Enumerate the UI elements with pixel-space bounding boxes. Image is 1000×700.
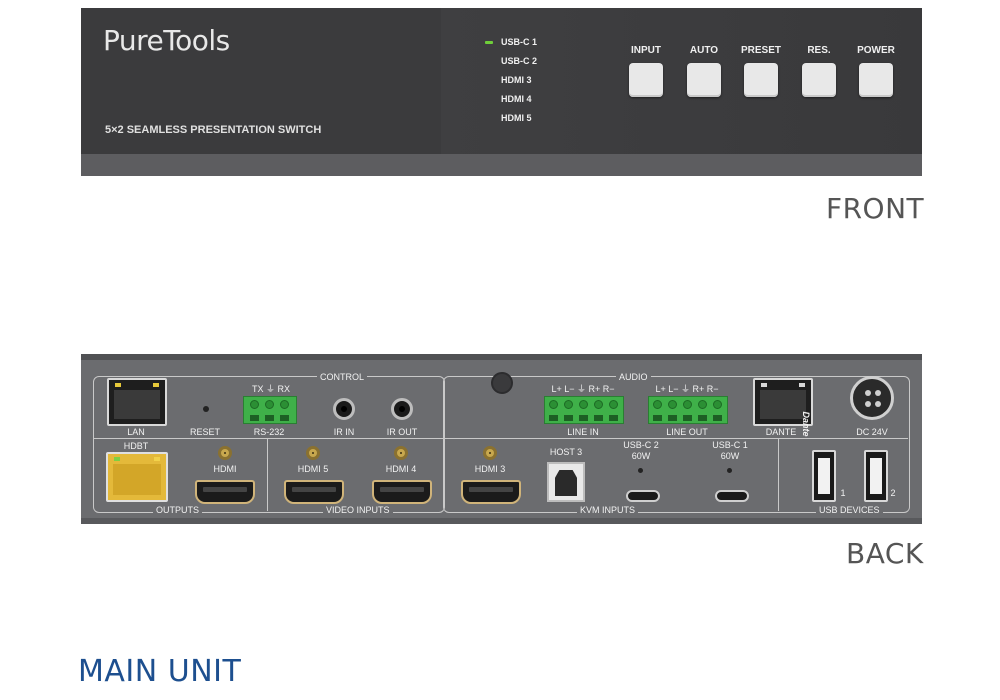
back-panel-top-edge (81, 354, 922, 360)
usbc2-port[interactable] (626, 490, 660, 502)
hdmi-out-label: HDMI (213, 464, 237, 474)
mid-divider (93, 438, 908, 439)
hdbt-label: HDBT (123, 441, 149, 451)
hdmi5-status-led (306, 446, 320, 460)
back-panel: CONTROL AUDIO OUTPUTS VIDEO INPUTS KVM I… (81, 354, 922, 524)
line-out-pin-labels: L+ L− ⏚ R+ R− (655, 384, 719, 394)
hdmi3-status-led (483, 446, 497, 460)
usbc1-label: USB-C 1 (712, 440, 748, 450)
kvm-inputs-section-label: KVM INPUTS (577, 505, 639, 515)
back-caption: BACK (846, 537, 924, 570)
rs232-terminal[interactable] (243, 396, 297, 424)
usbc1-port[interactable] (715, 490, 749, 502)
res-button-label: RES. (807, 45, 831, 56)
dante-label: DANTE (765, 427, 797, 437)
ir-out-label: IR OUT (386, 427, 418, 437)
dante-logo: Dante (801, 411, 811, 437)
brand-logo: PureTools (103, 24, 230, 57)
hdbt-port[interactable] (106, 452, 168, 502)
preset-button[interactable] (744, 63, 778, 97)
usb2-label: 2 (890, 488, 896, 498)
usb-device-port-1[interactable] (812, 450, 836, 502)
dc-label: DC 24V (856, 427, 888, 437)
hdmi-out-port[interactable] (195, 480, 255, 504)
rs232-pin-labels: TX ⏚ RX (251, 384, 290, 394)
power-button-label: POWER (857, 45, 895, 56)
line-out-label: LINE OUT (666, 427, 708, 437)
led-label-hdmi3: HDMI 3 (501, 75, 532, 85)
hdmi5-label: HDMI 5 (297, 464, 329, 474)
led-label-usbc1: USB-C 1 (501, 37, 538, 47)
hdmi4-port[interactable] (372, 480, 432, 504)
hdmi-out-status-led (218, 446, 232, 460)
hdmi4-status-led (394, 446, 408, 460)
usb-device-port-2[interactable] (864, 450, 888, 502)
line-out-terminal[interactable] (648, 396, 728, 424)
host3-usb-b-port[interactable] (547, 462, 585, 502)
line-in-terminal[interactable] (544, 396, 624, 424)
lan-port[interactable] (107, 378, 167, 426)
front-panel: PureTools 5×2 SEAMLESS PRESENTATION SWIT… (81, 8, 922, 176)
ir-in-label: IR IN (333, 427, 355, 437)
led-label-hdmi4: HDMI 4 (501, 94, 532, 104)
hdmi3-label: HDMI 3 (474, 464, 506, 474)
reset-label: RESET (189, 427, 220, 437)
usbc1-power-label: 60W (720, 451, 740, 461)
input-button[interactable] (629, 63, 663, 97)
ground-screw-icon (491, 372, 513, 394)
hdmi5-port[interactable] (284, 480, 344, 504)
usbc2-status-led (638, 468, 643, 473)
hdmi3-port[interactable] (461, 480, 521, 504)
lan-label: LAN (127, 427, 145, 437)
ir-out-jack[interactable] (391, 398, 413, 420)
hdmi4-label: HDMI 4 (385, 464, 417, 474)
dc-power-jack[interactable] (850, 376, 894, 420)
usb-devices-section-label: USB DEVICES (816, 505, 883, 515)
preset-button-label: PRESET (740, 45, 781, 56)
input-button-label: INPUT (631, 45, 661, 56)
line-in-pin-labels: L+ L− ⏚ R+ R− (551, 384, 615, 394)
ir-in-jack[interactable] (333, 398, 355, 420)
usbc2-label: USB-C 2 (623, 440, 659, 450)
led-label-usbc2: USB-C 2 (501, 56, 538, 66)
outputs-section-label: OUTPUTS (153, 505, 203, 515)
usbc2-power-label: 60W (631, 451, 651, 461)
line-in-label: LINE IN (567, 427, 599, 437)
outputs-divider (267, 438, 268, 511)
audio-section-label: AUDIO (616, 372, 651, 382)
usbc1-status-led (727, 468, 732, 473)
host3-label: HOST 3 (549, 447, 583, 457)
power-button[interactable] (859, 63, 893, 97)
video-inputs-section-label: VIDEO INPUTS (323, 505, 393, 515)
back-panel-bottom-edge (81, 518, 922, 524)
usb-divider (778, 438, 779, 511)
control-section-label: CONTROL (317, 372, 368, 382)
auto-button[interactable] (687, 63, 721, 97)
page-title: MAIN UNIT (78, 654, 242, 689)
front-caption: FRONT (826, 192, 925, 225)
led-usbc1-indicator (485, 41, 493, 44)
rs232-label: RS-232 (253, 427, 285, 437)
led-label-hdmi5: HDMI 5 (501, 113, 532, 123)
auto-button-label: AUTO (689, 45, 719, 56)
res-button[interactable] (802, 63, 836, 97)
reset-pinhole[interactable] (203, 406, 209, 412)
front-panel-lower-band (81, 154, 922, 176)
model-name: 5×2 SEAMLESS PRESENTATION SWITCH (105, 124, 322, 136)
usb1-label: 1 (840, 488, 846, 498)
